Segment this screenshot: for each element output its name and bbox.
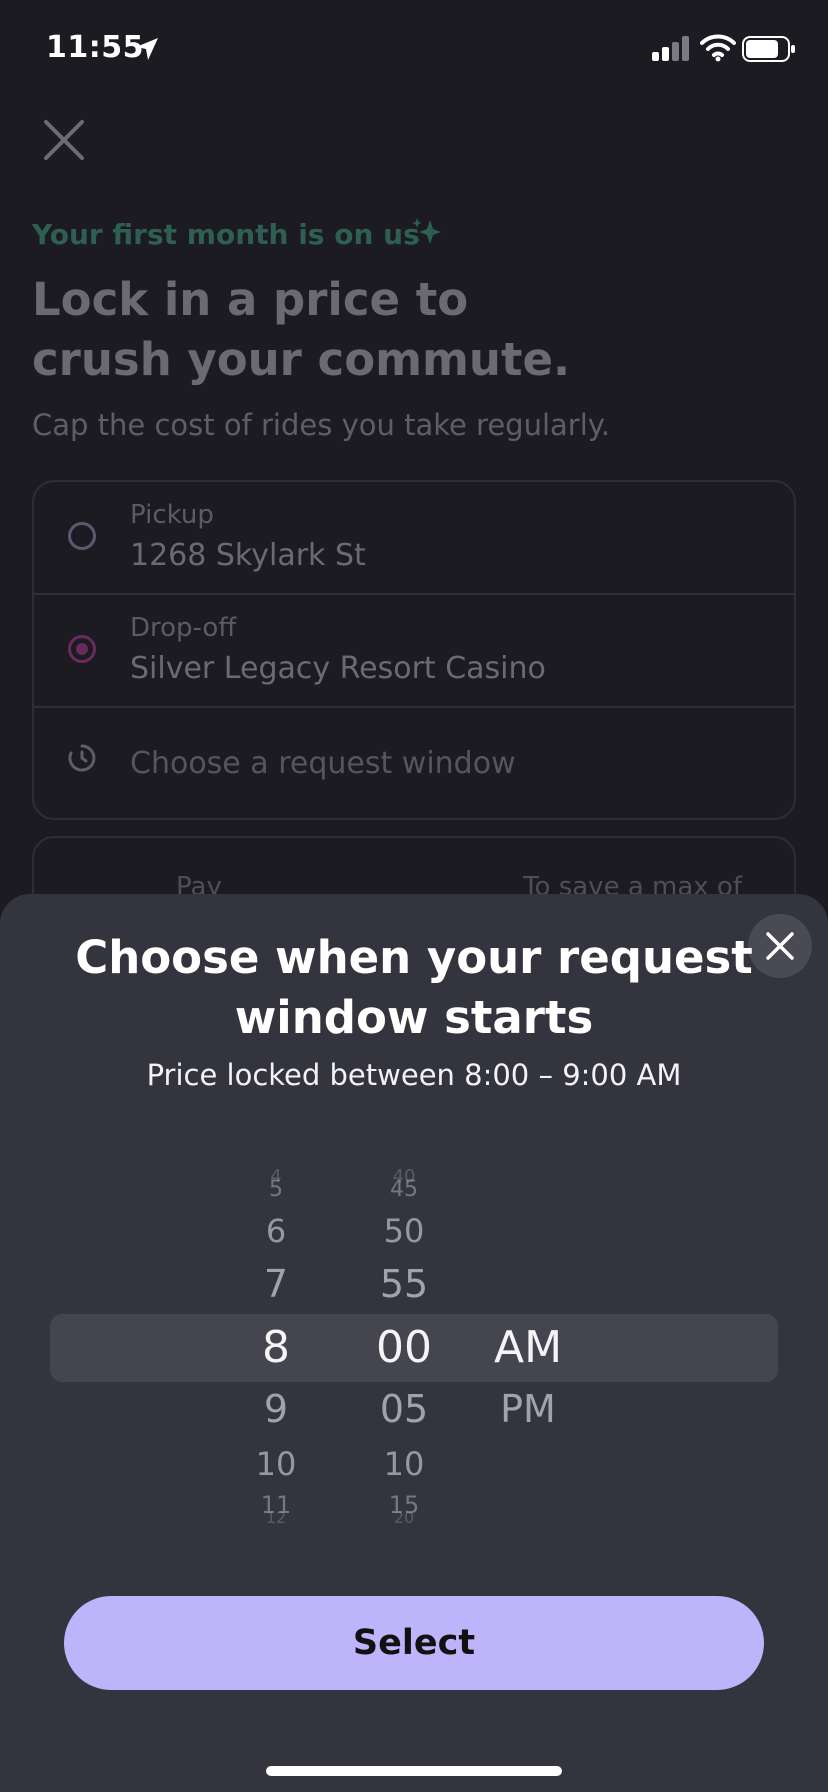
promo-text: Your first month is on us: [32, 218, 420, 251]
wifi-icon: [700, 34, 736, 62]
minute-option[interactable]: 05: [354, 1387, 454, 1433]
status-bar: 11:55: [0, 0, 828, 100]
hour-option[interactable]: 8: [226, 1322, 326, 1375]
page-subtitle: Cap the cost of rides you take regularly…: [32, 408, 611, 442]
hour-option[interactable]: 9: [226, 1387, 326, 1433]
route-card: Pickup 1268 Skylark St Drop-off Silver L…: [32, 480, 796, 820]
request-window-placeholder: Choose a request window: [130, 746, 516, 781]
hour-option[interactable]: 5: [226, 1177, 326, 1203]
minute-option[interactable]: 00: [354, 1322, 454, 1375]
clock-icon: [66, 742, 98, 774]
dropoff-label: Drop-off: [130, 613, 237, 643]
home-indicator: [266, 1766, 562, 1776]
minute-option[interactable]: 55: [354, 1262, 454, 1308]
close-icon[interactable]: [40, 116, 88, 164]
select-button-label: Select: [352, 1623, 476, 1663]
dropoff-pin-icon: [68, 635, 96, 663]
sheet-subtitle: Price locked between 8:00 – 9:00 AM: [146, 1058, 682, 1092]
hour-option[interactable]: 6: [226, 1212, 326, 1250]
hour-option[interactable]: 10: [226, 1445, 326, 1483]
select-button[interactable]: Select: [64, 1596, 764, 1690]
signal-icon: [652, 36, 692, 62]
close-icon: [766, 932, 794, 960]
ampm-option[interactable]: PM: [478, 1387, 578, 1433]
minute-option[interactable]: 50: [354, 1212, 454, 1250]
dropoff-value: Silver Legacy Resort Casino: [130, 651, 546, 686]
minute-option[interactable]: 20: [354, 1508, 454, 1527]
minute-option[interactable]: 45: [354, 1177, 454, 1203]
pickup-pin-icon: [68, 522, 96, 550]
location-arrow-icon: [134, 36, 160, 62]
hour-option[interactable]: 7: [226, 1262, 326, 1308]
request-window-row[interactable]: Choose a request window: [34, 708, 794, 821]
pickup-label: Pickup: [130, 500, 214, 530]
dropoff-row[interactable]: Drop-off Silver Legacy Resort Casino: [34, 595, 794, 708]
hour-option[interactable]: 12: [226, 1508, 326, 1527]
sheet-title: Choose when your request window starts: [75, 931, 753, 1044]
status-time: 11:55: [46, 30, 144, 65]
ampm-option[interactable]: AM: [478, 1322, 578, 1375]
pickup-row[interactable]: Pickup 1268 Skylark St: [34, 482, 794, 595]
page-title: Lock in a price to crush your commute.: [32, 273, 571, 386]
minute-option[interactable]: 10: [354, 1445, 454, 1483]
pickup-value: 1268 Skylark St: [130, 538, 366, 573]
battery-icon: [742, 36, 796, 62]
sparkle-icon: [410, 216, 442, 248]
